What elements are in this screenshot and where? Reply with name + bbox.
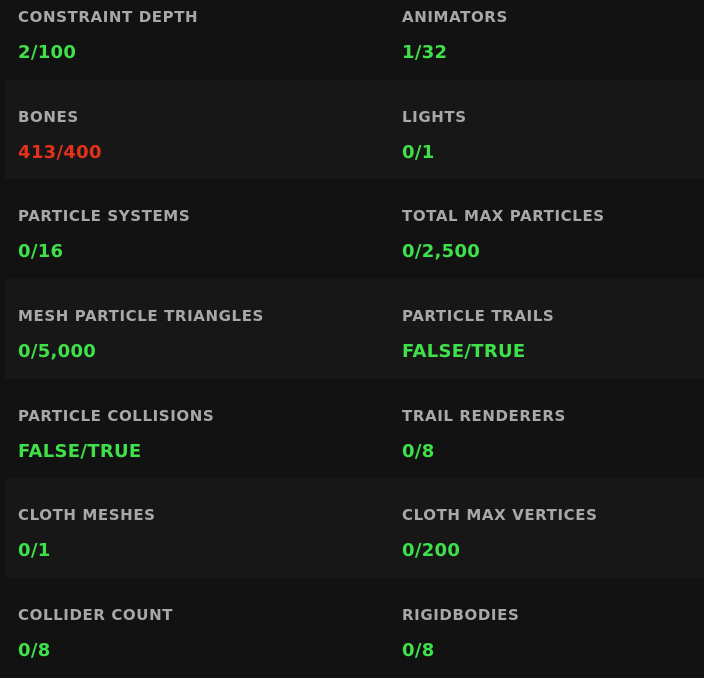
stat-label: BONES — [18, 107, 79, 126]
stats-row: PARTICLE COLLISIONS FALSE/TRUE TRAIL REN… — [5, 379, 704, 479]
stat-label: COLLIDER COUNT — [18, 606, 174, 625]
stats-row: PARTICLE SYSTEMS 0/16 TOTAL MAX PARTICLE… — [5, 179, 704, 279]
stat-label: CLOTH MESHES — [18, 506, 156, 525]
stat-label: RIGIDBODIES — [402, 606, 520, 625]
stat-value: 0/5,000 — [18, 341, 97, 363]
stat-value: 0/1 — [18, 540, 51, 562]
stat-value: 0/8 — [402, 640, 435, 662]
stat-value: 1/32 — [402, 42, 448, 63]
performance-stats-grid: CONSTRAINT DEPTH 2/100 ANIMATORS 1/32 BO… — [0, 0, 704, 678]
stat-value: 0/2,500 — [402, 241, 481, 263]
stats-row: BONES 413/400 LIGHTS 0/1 — [5, 79, 704, 180]
stats-row: CLOTH MESHES 0/1 CLOTH MAX VERTICES 0/20… — [5, 478, 704, 579]
stat-value: 0/8 — [402, 440, 435, 462]
stat-label: TRAIL RENDERERS — [402, 406, 566, 425]
stat-value: FALSE/TRUE — [402, 341, 526, 363]
stat-value: 0/1 — [402, 141, 435, 163]
stat-label: CLOTH MAX VERTICES — [402, 506, 598, 525]
stat-label: MESH PARTICLE TRIANGLES — [18, 307, 264, 326]
stat-value: 2/100 — [18, 42, 77, 63]
stat-label: LIGHTS — [402, 107, 467, 126]
stat-label: TOTAL MAX PARTICLES — [402, 207, 605, 226]
stat-label: PARTICLE SYSTEMS — [18, 207, 191, 226]
stat-label: ANIMATORS — [402, 8, 508, 26]
stat-value: 413/400 — [18, 141, 102, 163]
stat-label: PARTICLE TRAILS — [402, 307, 555, 326]
stats-row: CONSTRAINT DEPTH 2/100 ANIMATORS 1/32 — [5, 0, 704, 80]
stats-row: MESH PARTICLE TRIANGLES 0/5,000 PARTICLE… — [5, 279, 704, 379]
stat-value: FALSE/TRUE — [18, 440, 142, 462]
stat-label: CONSTRAINT DEPTH — [18, 8, 199, 26]
stat-value: 0/200 — [402, 540, 461, 562]
stat-value: 0/8 — [18, 640, 51, 662]
stat-value: 0/16 — [18, 241, 64, 263]
stat-label: PARTICLE COLLISIONS — [18, 406, 215, 425]
